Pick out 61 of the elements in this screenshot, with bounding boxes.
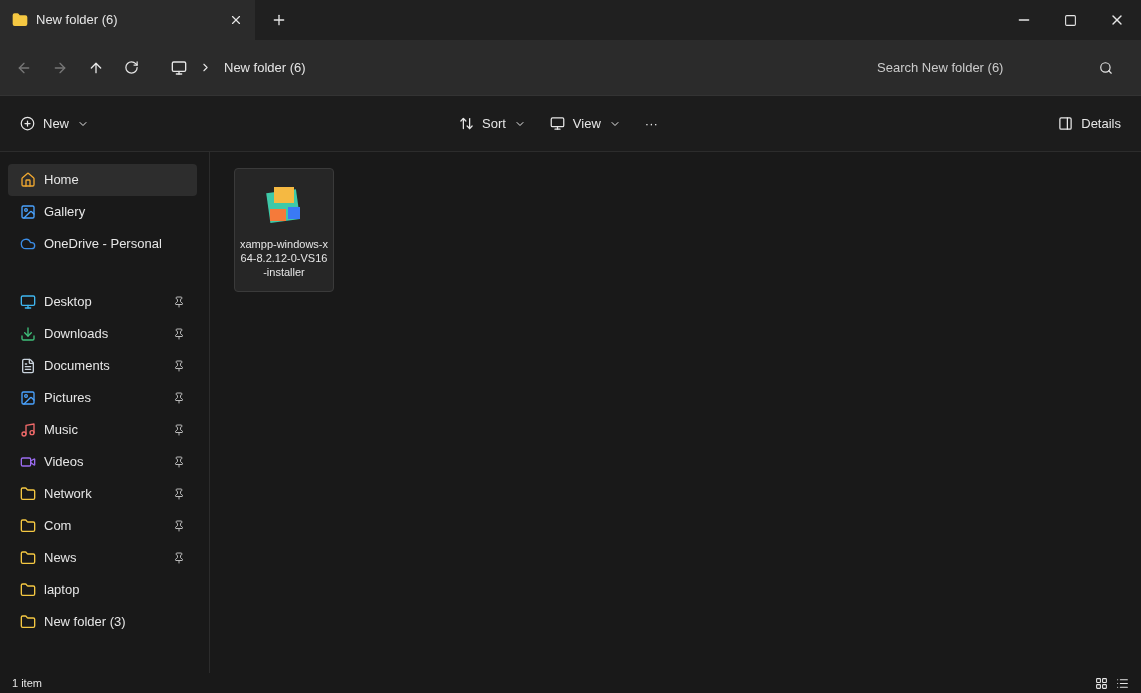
details-view-icon[interactable] xyxy=(1095,676,1108,690)
folder-icon xyxy=(20,582,36,598)
details-button[interactable]: Details xyxy=(1058,113,1121,134)
folder-icon xyxy=(20,518,36,534)
sidebar-item[interactable]: News xyxy=(8,542,197,574)
item-count: 1 item xyxy=(12,675,42,691)
breadcrumb-item[interactable]: New folder (6) xyxy=(224,57,306,78)
picture-icon xyxy=(20,390,36,406)
search-icon xyxy=(1099,60,1113,75)
file-item[interactable]: xampp-windows-x64-8.2.12-0-VS16-installer xyxy=(234,168,334,292)
pin-icon xyxy=(173,552,185,564)
desktop-icon xyxy=(20,294,36,310)
window-title: New folder (6) xyxy=(36,11,119,30)
sidebar-item[interactable]: Music xyxy=(8,414,197,446)
refresh-icon[interactable] xyxy=(124,60,139,75)
sidebar-item[interactable]: Downloads xyxy=(8,318,197,350)
folder-icon xyxy=(20,614,36,630)
sidebar-item[interactable]: Gallery xyxy=(8,196,197,228)
sort-button[interactable]: Sort xyxy=(459,113,526,134)
pin-icon xyxy=(173,328,185,340)
home-icon xyxy=(20,172,36,188)
sidebar-item[interactable]: Documents xyxy=(8,350,197,382)
pin-icon xyxy=(173,456,185,468)
document-icon xyxy=(20,358,36,374)
view-button[interactable]: View xyxy=(549,113,621,134)
music-icon xyxy=(20,422,36,438)
new-button[interactable]: New xyxy=(20,113,89,134)
monitor-icon xyxy=(171,59,187,76)
pin-icon xyxy=(173,424,185,436)
new-tab-icon[interactable] xyxy=(271,12,287,28)
sidebar-item[interactable]: laptop xyxy=(8,574,197,606)
sidebar-item[interactable]: Com xyxy=(8,510,197,542)
folder-icon xyxy=(20,486,36,502)
folder-icon xyxy=(12,12,28,28)
sidebar-item[interactable]: Pictures xyxy=(8,382,197,414)
maximize-icon[interactable] xyxy=(1064,13,1077,27)
sidebar-item[interactable]: Videos xyxy=(8,446,197,478)
plus-icon xyxy=(20,116,35,131)
pin-icon xyxy=(173,392,185,404)
window-tab[interactable]: New folder (6) xyxy=(0,0,255,40)
download-icon xyxy=(20,326,36,342)
pin-icon xyxy=(173,520,185,532)
more-button[interactable]: ··· xyxy=(644,113,658,134)
details-pane-icon xyxy=(1058,116,1074,131)
sidebar-item[interactable]: Desktop xyxy=(8,286,197,318)
close-tab-icon[interactable] xyxy=(229,13,243,27)
sidebar-item[interactable]: OneDrive - Personal xyxy=(8,228,197,260)
sidebar-item[interactable]: Network xyxy=(8,478,197,510)
list-view-icon[interactable] xyxy=(1116,676,1129,690)
pin-icon xyxy=(173,360,185,372)
pin-icon xyxy=(173,296,185,308)
folder-icon xyxy=(20,550,36,566)
search-field[interactable]: Search New folder (6) xyxy=(877,57,1099,78)
cloud-icon xyxy=(20,236,36,252)
gallery-icon xyxy=(20,204,36,220)
sidebar-item[interactable]: Home xyxy=(8,164,197,196)
sidebar-item[interactable]: New folder (3) xyxy=(8,606,197,638)
sort-icon xyxy=(459,116,474,131)
pin-icon xyxy=(173,488,185,500)
video-icon xyxy=(20,454,36,470)
view-icon xyxy=(549,116,565,131)
